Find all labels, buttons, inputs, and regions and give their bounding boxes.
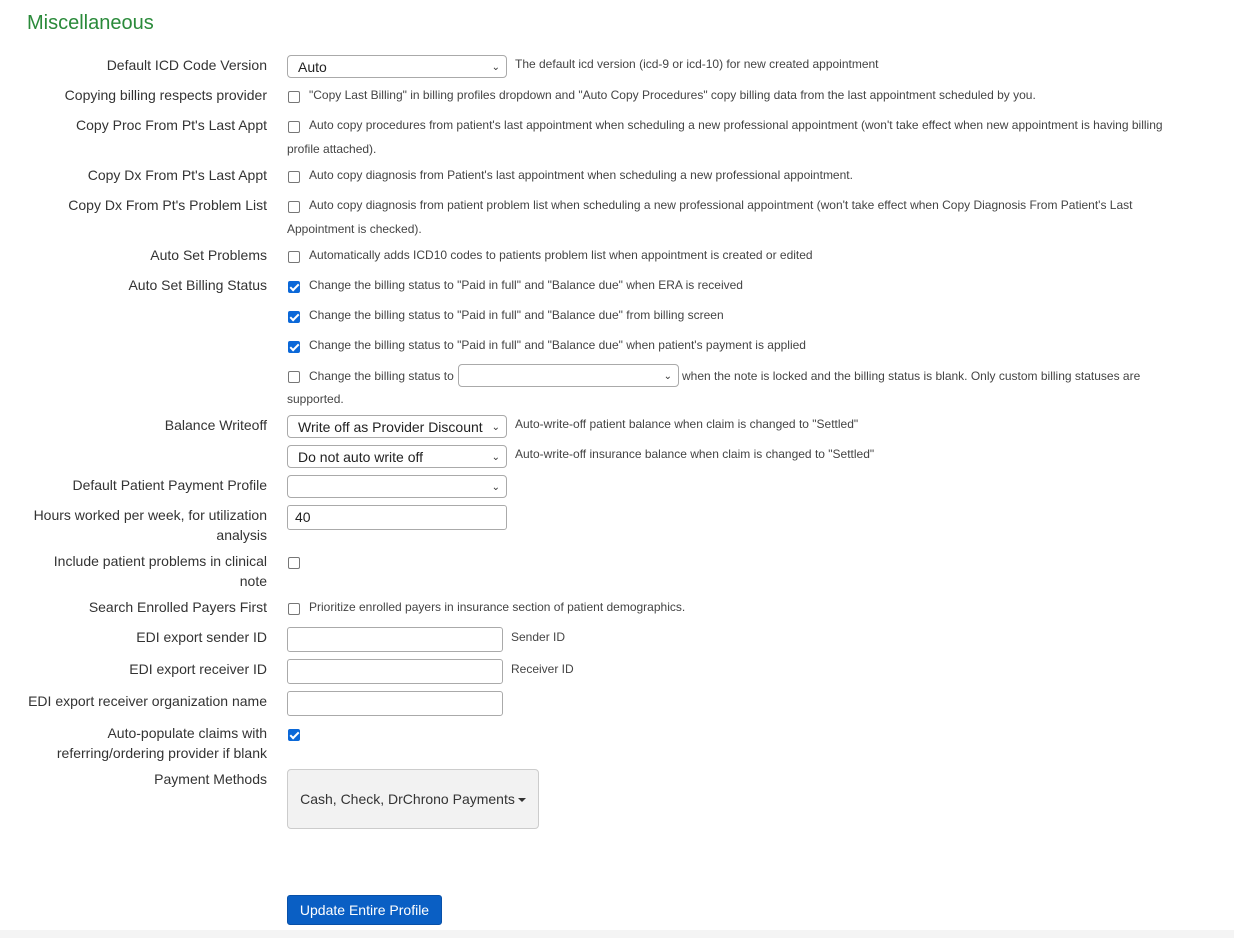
patient-writeoff-help: Auto-write-off patient balance when clai… <box>515 417 859 431</box>
billing-status-era-help: Change the billing status to "Paid in fu… <box>309 278 743 292</box>
copy-proc-help-cont: profile attached). <box>287 142 377 156</box>
edi-receiver-input[interactable] <box>287 659 503 684</box>
billing-status-locked-help-pre: Change the billing status to <box>309 369 454 383</box>
chevron-down-icon: ⌄ <box>491 62 500 73</box>
icd-help: The default icd version (icd-9 or icd-10… <box>515 57 879 71</box>
chevron-down-icon: ⌄ <box>663 371 672 382</box>
insurance-writeoff-value: Do not auto write off <box>298 449 424 465</box>
include-problems-label-line2: note <box>239 573 267 589</box>
billing-status-locked-help-post: when the note is locked and the billing … <box>682 369 1141 383</box>
copy-dx-last-checkbox[interactable] <box>288 171 300 183</box>
billing-status-era-checkbox[interactable] <box>288 281 300 293</box>
copy-billing-checkbox[interactable] <box>288 91 300 103</box>
auto-populate-checkbox[interactable] <box>288 729 300 741</box>
icd-label: Default ICD Code Version <box>106 57 267 73</box>
include-problems-label: Include patient problems in clinical note <box>7 551 267 591</box>
auto-populate-label-line1: Auto-populate claims with <box>107 725 267 741</box>
auto-problems-label: Auto Set Problems <box>150 247 267 263</box>
payment-profile-label: Default Patient Payment Profile <box>72 477 267 493</box>
copy-billing-label: Copying billing respects provider <box>64 87 267 103</box>
update-profile-button[interactable]: Update Entire Profile <box>287 895 442 925</box>
billing-status-locked-checkbox[interactable] <box>288 371 300 383</box>
copy-proc-help: Auto copy procedures from patient's last… <box>309 118 1163 132</box>
copy-dx-problem-checkbox[interactable] <box>288 201 300 213</box>
patient-writeoff-value: Write off as Provider Discount <box>298 419 483 435</box>
billing-status-label: Auto Set Billing Status <box>128 277 267 293</box>
billing-status-payment-help: Change the billing status to "Paid in fu… <box>309 338 806 352</box>
edi-sender-label: EDI export sender ID <box>136 629 267 645</box>
copy-dx-last-label: Copy Dx From Pt's Last Appt <box>87 167 267 183</box>
caret-down-icon <box>517 798 526 803</box>
footer-bar <box>0 930 1234 938</box>
patient-writeoff-select[interactable]: Write off as Provider Discount ⌄ <box>287 415 507 438</box>
section-title: Miscellaneous <box>27 12 154 34</box>
auto-populate-label: Auto-populate claims with referring/order… <box>7 723 267 763</box>
include-problems-checkbox[interactable] <box>288 557 300 569</box>
copy-dx-problem-help-cont: Appointment is checked). <box>287 222 422 236</box>
copy-proc-label: Copy Proc From Pt's Last Appt <box>76 117 267 133</box>
copy-dx-problem-help: Auto copy diagnosis from patient problem… <box>309 198 1133 212</box>
edi-receiver-label: EDI export receiver ID <box>129 661 267 677</box>
auto-populate-label-line2: referring/ordering provider if blank <box>56 745 267 761</box>
auto-problems-help: Automatically adds ICD10 codes to patien… <box>309 248 813 262</box>
copy-billing-help: "Copy Last Billing" in billing profiles … <box>309 88 1036 102</box>
edi-receiver-help: Receiver ID <box>511 662 574 676</box>
billing-status-screen-checkbox[interactable] <box>288 311 300 323</box>
payment-methods-dropdown[interactable]: Cash, Check, DrChrono Payments <box>287 769 539 829</box>
chevron-down-icon: ⌄ <box>491 452 500 463</box>
billing-status-payment-checkbox[interactable] <box>288 341 300 353</box>
copy-dx-problem-label: Copy Dx From Pt's Problem List <box>68 197 267 213</box>
copy-dx-last-help: Auto copy diagnosis from Patient's last … <box>309 168 853 182</box>
insurance-writeoff-help: Auto-write-off insurance balance when cl… <box>515 447 875 461</box>
enrolled-label: Search Enrolled Payers First <box>88 599 267 615</box>
auto-problems-checkbox[interactable] <box>288 251 300 263</box>
edi-org-label: EDI export receiver organization name <box>28 693 267 709</box>
icd-value: Auto <box>298 59 327 75</box>
billing-status-locked-help-cont: supported. <box>287 392 344 406</box>
enrolled-help: Prioritize enrolled payers in insurance … <box>309 600 686 614</box>
billing-status-select[interactable]: ⌄ <box>458 364 679 387</box>
insurance-writeoff-select[interactable]: Do not auto write off ⌄ <box>287 445 507 468</box>
billing-status-screen-help: Change the billing status to "Paid in fu… <box>309 308 724 322</box>
enrolled-checkbox[interactable] <box>288 603 300 615</box>
chevron-down-icon: ⌄ <box>491 482 500 493</box>
edi-org-input[interactable] <box>287 691 503 716</box>
include-problems-label-line1: Include patient problems in clinical <box>53 553 267 569</box>
hours-input[interactable]: 40 <box>287 505 507 530</box>
edi-sender-input[interactable] <box>287 627 503 652</box>
hours-label: Hours worked per week, for utilization an… <box>7 505 267 545</box>
hours-label-line1: Hours worked per week, for utilization <box>33 507 267 523</box>
hours-label-line2: analysis <box>216 527 267 543</box>
icd-version-select[interactable]: Auto ⌄ <box>287 55 507 78</box>
payment-methods-label: Payment Methods <box>154 771 267 787</box>
chevron-down-icon: ⌄ <box>491 422 500 433</box>
edi-sender-help: Sender ID <box>511 630 566 644</box>
payment-profile-select[interactable]: ⌄ <box>287 475 507 498</box>
copy-proc-checkbox[interactable] <box>288 121 300 133</box>
writeoff-label: Balance Writeoff <box>164 417 267 433</box>
payment-methods-value: Cash, Check, DrChrono Payments <box>300 791 515 807</box>
